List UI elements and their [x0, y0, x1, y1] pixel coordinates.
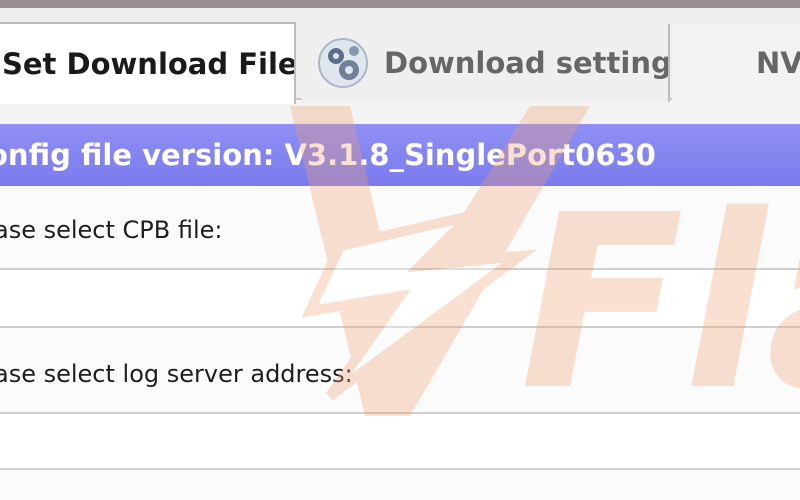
tab-set-download-files[interactable]: Set Download Files [0, 22, 296, 104]
divider [0, 326, 800, 328]
log-server-input[interactable] [0, 414, 800, 468]
cpb-file-label: ase select CPB file: [0, 216, 223, 244]
config-version-text: onfig file version: V3.1.8_SinglePort063… [0, 138, 656, 172]
app-window: Set Download Files Download setting NV o… [0, 0, 800, 500]
tab-label: Download setting [384, 46, 670, 80]
log-server-label: ase select log server address: [0, 360, 353, 388]
tab-label: Set Download Files [2, 47, 296, 81]
tab-bar: Set Download Files Download setting NV [0, 8, 800, 104]
cpb-file-input[interactable] [0, 270, 800, 326]
settings-panel: ase select CPB file: ase select log serv… [0, 186, 800, 500]
divider [0, 468, 800, 470]
window-top-edge [0, 0, 800, 8]
gear-icon [318, 38, 368, 88]
tab-nv[interactable]: NV [672, 24, 800, 102]
config-version-banner: onfig file version: V3.1.8_SinglePort063… [0, 124, 800, 186]
tab-label: NV [756, 46, 800, 80]
tab-download-setting[interactable]: Download setting [302, 24, 670, 102]
